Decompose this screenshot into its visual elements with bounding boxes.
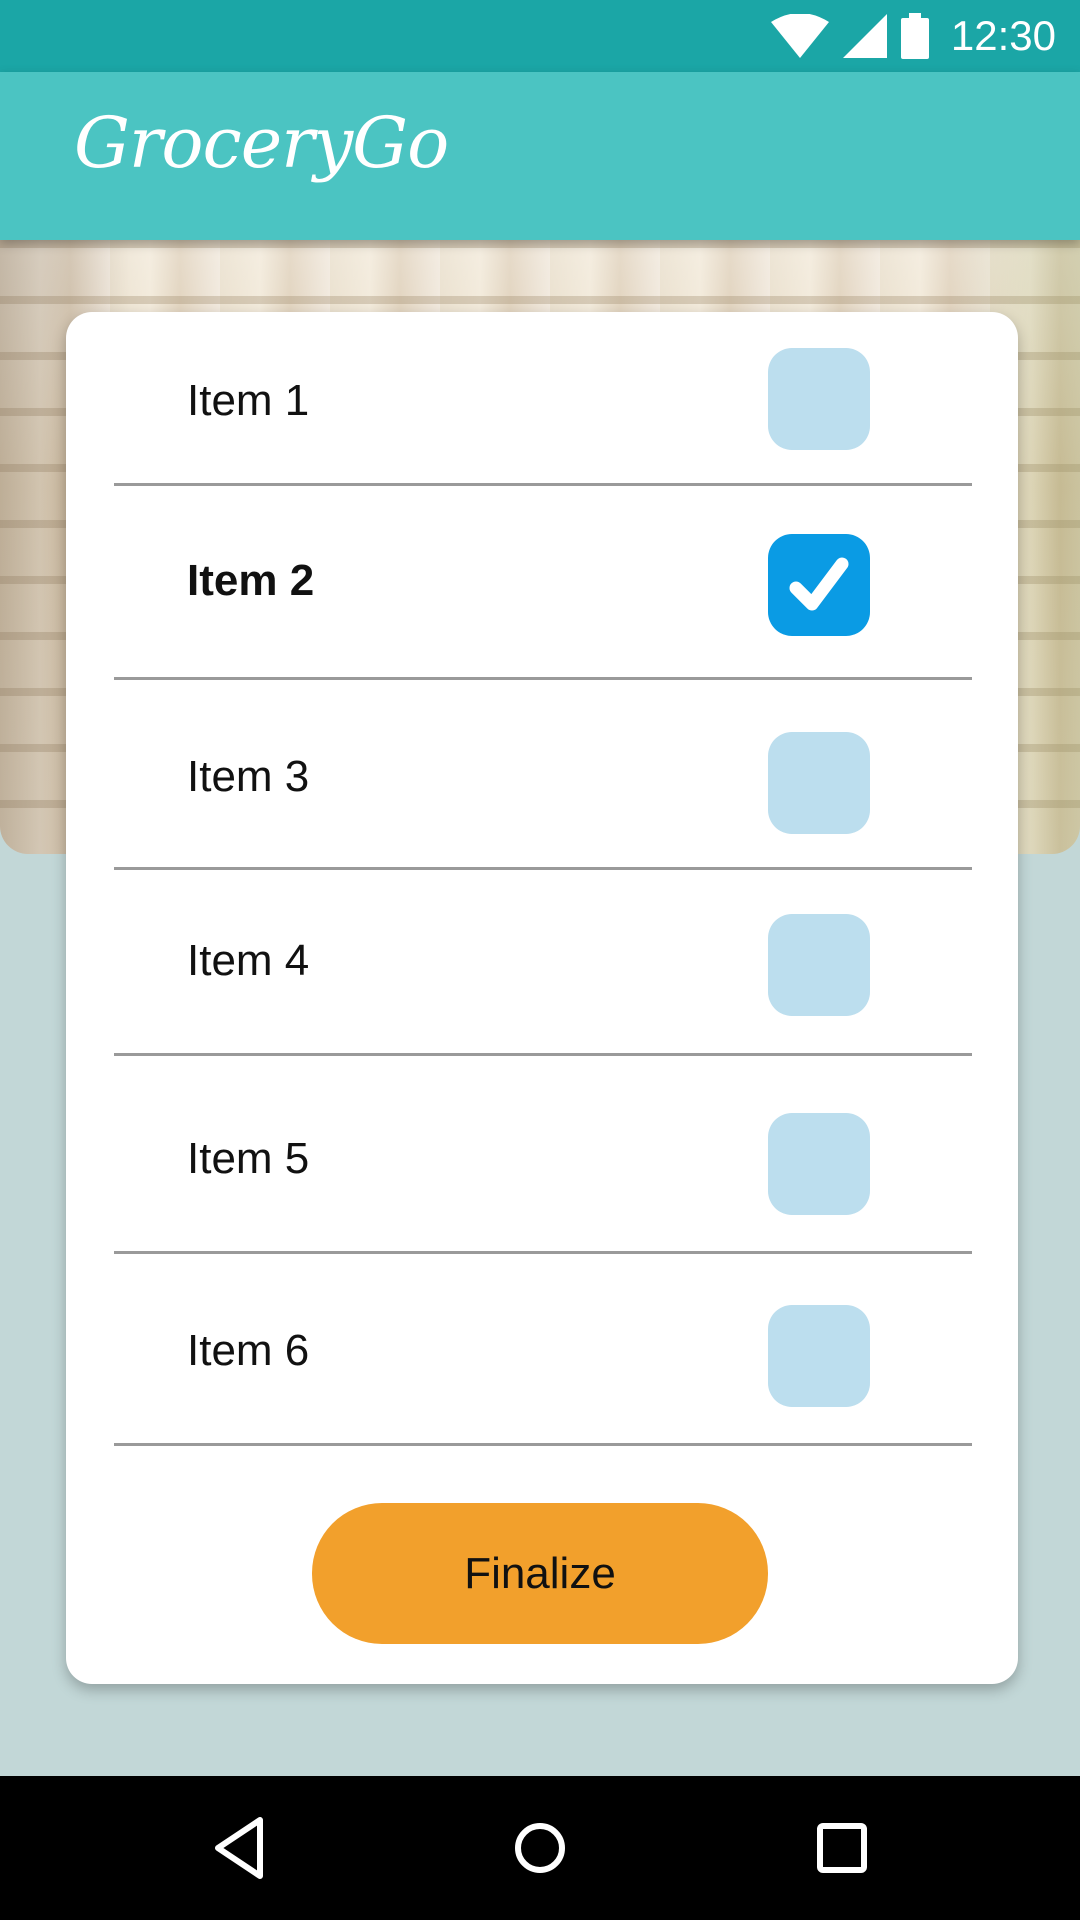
item-checkbox-checked[interactable] — [768, 534, 870, 636]
checkmark-icon — [789, 557, 849, 611]
list-item-label: Item 5 — [187, 1134, 310, 1183]
item-checkbox[interactable] — [768, 732, 870, 834]
cellular-signal-icon — [842, 14, 887, 58]
list-item[interactable]: Item 6 — [114, 1254, 972, 1446]
item-checkbox[interactable] — [768, 914, 870, 1016]
list-item[interactable]: Item 2 — [114, 486, 972, 680]
battery-icon — [900, 13, 929, 59]
item-checkbox[interactable] — [768, 348, 870, 450]
item-checkbox[interactable] — [768, 1113, 870, 1215]
wifi-icon — [770, 14, 829, 58]
finalize-button-label: Finalize — [464, 1548, 616, 1598]
list-item-label: Item 4 — [187, 936, 310, 985]
list-item-label: Item 6 — [187, 1326, 310, 1375]
item-checkbox[interactable] — [768, 1305, 870, 1407]
list-item[interactable]: Item 3 — [114, 680, 972, 870]
list-item-label: Item 1 — [187, 376, 310, 425]
shopping-list-card: Item 1 Item 2 Item 3 Item 4 Item 5 Item … — [66, 312, 1018, 1684]
app-title: GroceryGo — [74, 102, 449, 184]
status-time: 12:30 — [950, 12, 1056, 59]
status-icons: 12:30 — [770, 0, 1056, 72]
back-icon[interactable] — [204, 1812, 276, 1884]
list-item[interactable]: Item 4 — [114, 870, 972, 1056]
list-item-label: Item 3 — [187, 752, 310, 801]
app-bar: GroceryGo — [0, 72, 1080, 240]
system-nav-bar — [0, 1776, 1080, 1920]
recents-icon[interactable] — [806, 1812, 878, 1884]
list-item[interactable]: Item 5 — [114, 1056, 972, 1254]
list-item-label: Item 2 — [187, 556, 315, 605]
finalize-button[interactable]: Finalize — [312, 1503, 768, 1644]
home-icon[interactable] — [504, 1812, 576, 1884]
list-item[interactable]: Item 1 — [114, 312, 972, 486]
status-bar: 12:30 — [0, 0, 1080, 72]
